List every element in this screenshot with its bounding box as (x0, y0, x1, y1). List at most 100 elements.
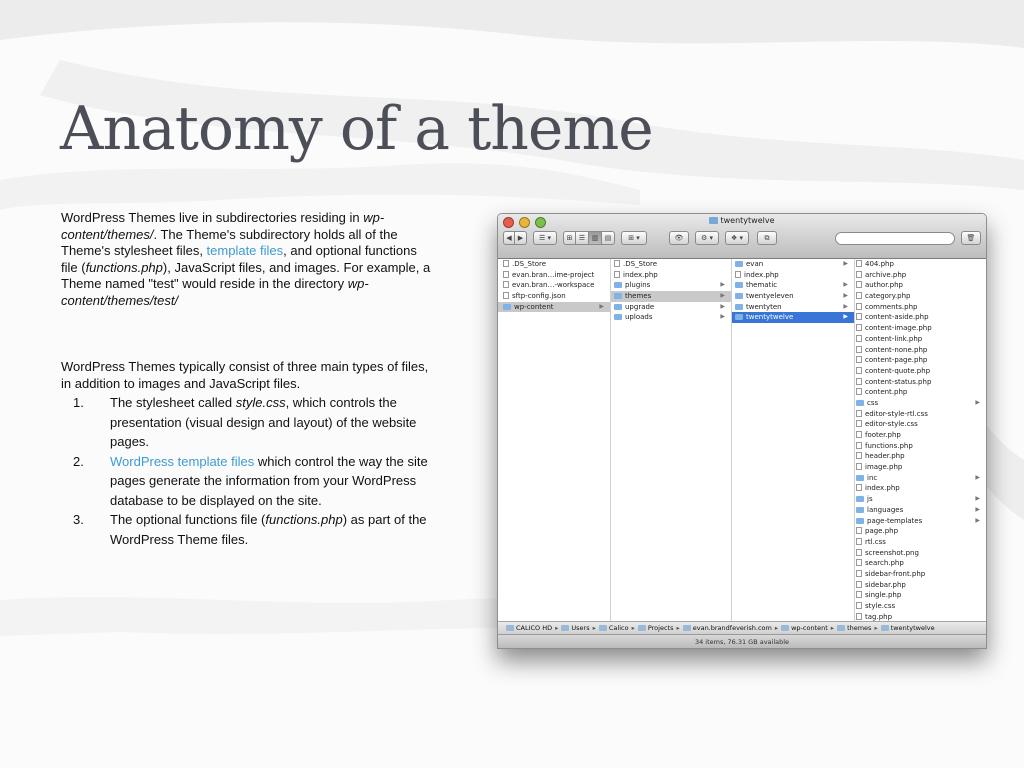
file-icon (856, 260, 862, 267)
list-item[interactable]: css ▶ (855, 398, 986, 409)
list-item[interactable]: content-quote.php (855, 366, 986, 377)
path-crumb[interactable]: wp-content (781, 622, 828, 634)
list-item[interactable]: content-page.php (855, 355, 986, 366)
dropbox-button[interactable]: ❖ ▾ (725, 231, 749, 245)
list-item[interactable]: twentyeleven ▶ (732, 291, 854, 302)
list-item[interactable]: evan.bran…-workspace (498, 280, 610, 291)
file-icon (856, 313, 862, 321)
item-name: index.php (865, 484, 900, 493)
list-item[interactable]: search.php (855, 558, 986, 569)
list-item[interactable]: 404.php (855, 259, 986, 270)
path-crumb[interactable]: Projects (637, 622, 673, 634)
list-item[interactable]: plugins ▶ (611, 280, 731, 291)
item-name: sftp-config.json (512, 292, 566, 301)
column-4[interactable]: 404.php archive.php author.php category.php… (855, 259, 986, 621)
column-2[interactable]: .DS_Store index.php plugins ▶ themes ▶ upgrade… (611, 259, 732, 621)
chevron-right-icon: ▶ (975, 516, 980, 524)
list-item[interactable]: content-none.php (855, 345, 986, 356)
list-item[interactable]: evan.bran…ime-project (498, 270, 610, 281)
list-item[interactable]: twentytwelve ▶ (732, 312, 854, 324)
list-item[interactable]: index.php (732, 270, 854, 281)
cover-flow-button[interactable]: ▤ (602, 231, 615, 245)
list-item[interactable]: evan ▶ (732, 259, 854, 270)
finder-titlebar[interactable]: twentytwelve ◀ ▶ ☰ ▾ ⊞ ☰ ▥ ▤ ⊞ ▾ 👁 ⚙ ▾ ❖… (498, 214, 986, 259)
list-item[interactable]: archive.php (855, 270, 986, 281)
list-item[interactable]: rtl.css (855, 537, 986, 548)
quick-look-button[interactable]: 👁 (669, 231, 689, 245)
list-item[interactable]: header.php (855, 451, 986, 462)
item-name: image.php (865, 463, 903, 472)
list-item[interactable]: image.php (855, 462, 986, 473)
list-item[interactable]: functions.php (855, 441, 986, 452)
path-crumb[interactable]: twentytwelve (880, 622, 935, 634)
path-separator-icon: ▸ (555, 624, 559, 632)
list-item[interactable]: content-aside.php (855, 312, 986, 323)
item-name: uploads (625, 313, 653, 322)
search-field[interactable] (835, 231, 955, 245)
column-view-button[interactable]: ▥ (589, 231, 602, 245)
list-item[interactable]: style.css (855, 601, 986, 612)
list-item[interactable]: uploads ▶ (611, 312, 731, 323)
list-item[interactable]: languages ▶ (855, 505, 986, 516)
item-name: evan (746, 260, 764, 268)
item-name: content-image.php (865, 324, 932, 333)
list-item[interactable]: twentyten ▶ (732, 302, 854, 313)
list-item[interactable]: sidebar-front.php (855, 569, 986, 580)
list-item[interactable]: inc ▶ (855, 473, 986, 484)
path-crumb[interactable]: themes (837, 622, 871, 634)
wordpress-template-files-link[interactable]: WordPress template files (110, 454, 254, 469)
path-crumb-label: twentytwelve (890, 624, 935, 632)
path-crumb[interactable]: Users (561, 622, 590, 634)
file-icon (856, 377, 862, 385)
folder-icon (614, 314, 622, 321)
list-item[interactable]: themes ▶ (611, 291, 731, 302)
list-item[interactable]: footer.php (855, 430, 986, 441)
item-name: header.php (865, 452, 905, 461)
list-item[interactable]: page-templates ▶ (855, 516, 986, 527)
forward-button[interactable]: ▶ (515, 231, 527, 245)
list-item[interactable]: content-status.php (855, 377, 986, 388)
template-files-link[interactable]: template files (207, 243, 284, 258)
list-item[interactable]: editor-style.css (855, 419, 986, 430)
item-name: twentyeleven (746, 292, 794, 301)
list-item[interactable]: editor-style-rtl.css (855, 409, 986, 420)
list-item[interactable]: upgrade ▶ (611, 302, 731, 313)
item-name: content.php (865, 388, 908, 397)
list-item[interactable]: sftp-config.json (498, 291, 610, 302)
list-item[interactable]: .DS_Store (498, 259, 610, 270)
list-item[interactable]: single.php (855, 590, 986, 601)
path-crumb[interactable]: evan.brandfeverish.com (682, 622, 772, 634)
list-item[interactable]: page.php (855, 526, 986, 537)
action-button[interactable]: ⚙ ▾ (695, 231, 719, 245)
list-item[interactable]: wp-content ▶ (498, 301, 610, 313)
list-item[interactable]: .DS_Store (611, 259, 731, 270)
icon-view-button[interactable]: ⊞ (563, 231, 576, 245)
column-1[interactable]: .DS_Store evan.bran…ime-project evan.bran…… (498, 259, 611, 621)
list-item: 2. WordPress template files which contro… (61, 452, 441, 511)
list-item[interactable]: content.php (855, 387, 986, 398)
new-folder-button[interactable]: ⧉ (757, 231, 777, 245)
list-item[interactable]: comments.php (855, 302, 986, 313)
path-crumb[interactable]: Calico (598, 622, 629, 634)
back-button[interactable]: ◀ (503, 231, 515, 245)
list-item[interactable]: sidebar.php (855, 580, 986, 591)
list-item[interactable]: content-image.php (855, 323, 986, 334)
arrange-button[interactable]: ⊞ ▾ (621, 231, 647, 245)
list-item[interactable]: screenshot.png (855, 548, 986, 559)
list-item[interactable]: thematic ▶ (732, 280, 854, 291)
list-item[interactable]: index.php (611, 270, 731, 281)
file-icon (614, 260, 620, 267)
trash-button[interactable]: 🗑 (961, 231, 981, 245)
item-name: content-link.php (865, 334, 923, 343)
list-number: 3. (73, 512, 84, 527)
list-item[interactable]: content-link.php (855, 334, 986, 345)
column-3[interactable]: evan ▶ index.php thematic ▶ twentyeleven ▶ twen… (732, 259, 855, 621)
list-item[interactable]: js ▶ (855, 494, 986, 505)
list-view-button[interactable]: ☰ (576, 231, 589, 245)
path-crumb[interactable]: CALICO HD (506, 622, 552, 634)
path-crumb-label: Users (571, 624, 590, 632)
path-menu-button[interactable]: ☰ ▾ (533, 231, 557, 245)
list-item[interactable]: index.php (855, 483, 986, 494)
list-item[interactable]: author.php (855, 280, 986, 291)
list-item[interactable]: category.php (855, 291, 986, 302)
